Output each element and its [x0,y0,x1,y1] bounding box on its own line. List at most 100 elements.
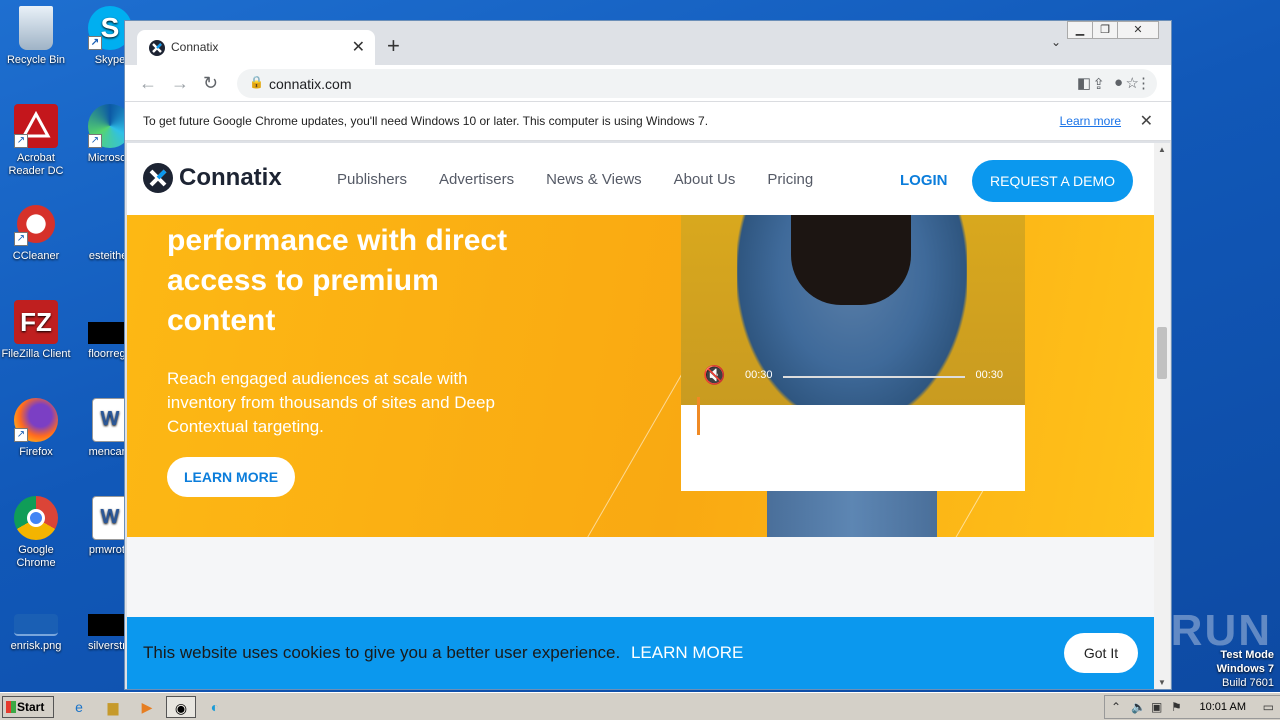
scroll-down-icon[interactable]: ▼ [1158,678,1166,687]
start-label: Start [17,700,45,714]
address-bar[interactable]: 🔒 connatix.com ⇪ ☆ [237,69,1157,98]
back-icon[interactable]: ← [139,73,157,94]
nav-publishers[interactable]: Publishers [337,171,407,188]
network-icon[interactable]: ▣ [1151,700,1162,714]
site-header: Connatix Publishers Advertisers News & V… [127,143,1154,215]
start-button[interactable]: Start [2,696,54,718]
desktop-icon-label: Skype [94,54,126,66]
nav-pricing[interactable]: Pricing [767,171,813,188]
taskbar: Start e ▆ ▶ ◉ ◐ ⌃ 🔈 ▣ ⚑ 10:01 AM ▭ [0,692,1280,720]
taskbar-chrome-icon[interactable]: ◉ [166,696,196,718]
clock[interactable]: 10:01 AM [1200,701,1246,713]
infobar-learn-more-link[interactable]: Learn more [1060,114,1121,128]
system-tray: ⌃ 🔈 ▣ ⚑ 10:01 AM ▭ [1104,695,1280,719]
image-file-icon [14,614,58,636]
video-time-total: 00:30 [975,369,1003,381]
infobar-close-icon[interactable]: ✕ [1140,111,1153,131]
tab-close-icon[interactable]: ✕ [352,37,365,57]
chrome-icon [14,496,58,540]
nav-news-views[interactable]: News & Views [546,171,642,188]
taskbar-media-player-icon[interactable]: ▶ [134,696,160,718]
desktop-icon-label: CCleaner [12,250,60,262]
taskbar-edge-icon[interactable]: ◐ [202,696,228,718]
desktop-icon-firefox[interactable]: ↗ Firefox [0,398,72,459]
hero-subtext: Reach engaged audiences at scale with in… [167,369,495,436]
cookie-banner: This website uses cookies to give you a … [127,617,1154,689]
request-demo-button[interactable]: REQUEST A DEMO [972,160,1133,202]
window-controls: ▁ ❐ ✕ [1067,21,1159,39]
hero-image-bottom [767,491,937,537]
reload-icon[interactable]: ↻ [203,73,218,94]
desktop-icon-chrome[interactable]: Google Chrome [0,496,72,570]
video-time-elapsed: 00:30 [745,369,773,381]
nav-about-us[interactable]: About Us [674,171,736,188]
desktop-icon-ccleaner[interactable]: ↗ CCleaner [0,202,72,263]
video-player[interactable]: 🔇 00:30 00:30 [681,215,1025,491]
desktop-icon-filezilla[interactable]: FZ FileZilla Client [0,300,72,361]
tab-search-icon[interactable]: ⌄ [1051,35,1061,49]
show-desktop-icon[interactable]: ▭ [1263,700,1274,714]
hero-section: performance with direct access to premiu… [127,215,1154,537]
cookie-got-it-button[interactable]: Got It [1064,633,1138,673]
tab-strip: Connatix ✕ + ⌄ ▁ ❐ ✕ [125,21,1171,65]
brand-name: Connatix [179,164,282,191]
nav-advertisers[interactable]: Advertisers [439,171,514,188]
desktop-icon-recycle-bin[interactable]: Recycle Bin [0,6,72,67]
windows-flag-icon [6,701,16,713]
connatix-logo[interactable]: Connatix [143,163,282,193]
desktop-icon-label: enrisk.png [10,640,62,652]
scroll-up-icon[interactable]: ▲ [1158,145,1166,154]
page-viewport: Connatix Publishers Advertisers News & V… [127,143,1154,689]
volume-icon[interactable]: 🔈 [1131,700,1146,714]
mute-icon[interactable]: 🔇 [703,365,725,386]
side-panel-icon[interactable]: ◧ [1077,74,1091,92]
lock-icon[interactable]: 🔒 [249,75,264,89]
video-frame: 🔇 00:30 00:30 [681,215,1025,405]
minimize-button[interactable]: ▁ [1067,21,1093,39]
connatix-favicon-icon [149,40,165,56]
filezilla-icon: FZ [14,300,58,344]
new-tab-button[interactable]: + [387,33,400,59]
url-text: connatix.com [269,76,352,92]
login-link[interactable]: LOGIN [900,172,948,189]
cookie-text-line: This website uses cookies to give you a … [143,643,743,663]
profile-icon[interactable]: ● [1114,74,1123,91]
scroll-thumb[interactable] [1157,327,1167,379]
recycle-bin-icon [19,6,53,50]
test-mode-line: Test Mode [1220,649,1274,661]
tab-connatix[interactable]: Connatix ✕ [137,30,375,65]
desktop-icon-label: FileZilla Client [1,348,71,360]
desktop-icon-acrobat[interactable]: ↗ Acrobat Reader DC [0,104,72,178]
video-hair-shape [791,215,911,305]
page-scrollbar[interactable]: ▲ ▼ [1154,143,1170,689]
infobar-message: To get future Google Chrome updates, you… [143,114,709,128]
video-seek-bar[interactable] [783,376,965,378]
browser-toolbar: ← → ↻ 🔒 connatix.com ⇪ ☆ ◧ ● ⋮ [125,65,1171,101]
build-line: Build 7601 [1222,677,1274,689]
share-icon[interactable]: ⇪ [1092,75,1105,93]
windows-version-line: Windows 7 [1216,663,1274,675]
hero-learn-more-button[interactable]: LEARN MORE [167,457,295,497]
acrobat-icon: ↗ [14,104,58,148]
forward-icon[interactable]: → [171,73,189,94]
taskbar-explorer-icon[interactable]: ▆ [100,696,126,718]
taskbar-ie-icon[interactable]: e [66,696,92,718]
desktop-icon-label: Firefox [19,446,53,458]
main-nav: Publishers Advertisers News & Views Abou… [337,171,845,188]
desktop-icon-enrisk[interactable]: enrisk.png [0,614,72,653]
window-close-button[interactable]: ✕ [1117,21,1159,39]
word-doc-icon: W [92,496,128,540]
tab-title: Connatix [171,40,219,54]
ccleaner-icon: ↗ [14,202,58,246]
flag-icon[interactable]: ⚑ [1171,700,1182,714]
tray-expand-icon[interactable]: ⌃ [1111,700,1121,714]
cookie-message: This website uses cookies to give you a … [143,643,621,662]
chrome-window: Connatix ✕ + ⌄ ▁ ❐ ✕ ← → ↻ 🔒 connatix.co… [124,20,1172,690]
menu-icon[interactable]: ⋮ [1136,74,1151,92]
restore-button[interactable]: ❐ [1092,21,1118,39]
word-doc-icon: W [92,398,128,442]
update-infobar: To get future Google Chrome updates, you… [125,101,1171,141]
firefox-icon: ↗ [14,398,58,442]
test-mode-label: Test Mode Windows 7 Build 7601 [1217,648,1274,690]
cookie-learn-more-link[interactable]: LEARN MORE [631,643,743,662]
